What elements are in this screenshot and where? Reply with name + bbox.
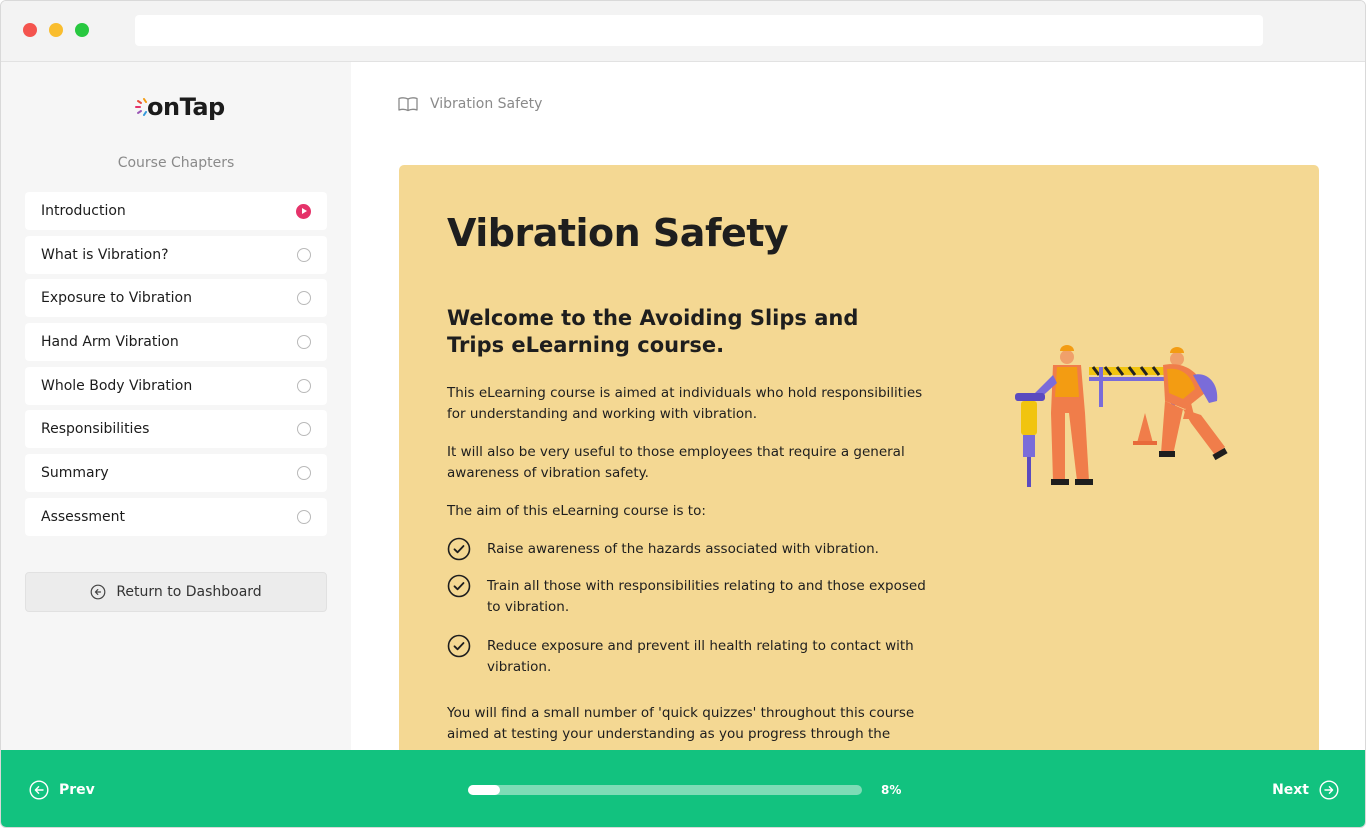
return-to-dashboard-label: Return to Dashboard [116,584,262,600]
check-circle-icon [447,574,471,598]
logo-text: onTap [147,93,225,121]
title-bar [1,1,1365,62]
chapter-item-hand-arm-vibration[interactable]: Hand Arm Vibration [25,323,327,362]
aim-text: Train all those with responsibilities re… [487,578,926,615]
chapter-item-exposure-to-vibration[interactable]: Exposure to Vibration [25,279,327,318]
aim-list-item: Raise awareness of the hazards associate… [447,537,927,561]
logo-burst-icon [135,98,147,116]
next-label: Next [1272,782,1309,798]
aim-list-item: Reduce exposure and prevent ill health r… [447,634,927,678]
minimize-window-button[interactable] [49,23,63,37]
arrow-left-circle-icon [90,584,106,600]
aim-text: Raise awareness of the hazards associate… [487,541,879,557]
quiz-info-paragraph: You will find a small number of 'quick q… [447,705,915,742]
incomplete-circle-icon [297,422,311,437]
address-bar[interactable] [135,15,1263,46]
workers-jackhammer-illustration [1015,345,1228,487]
incomplete-circle-icon [297,291,311,306]
chapter-item-what-is-vibration[interactable]: What is Vibration? [25,235,327,274]
chapter-label: Responsibilities [41,421,150,438]
course-progress-percent: 8% [881,783,902,797]
arrow-right-circle-icon [1319,780,1339,800]
chapter-label: Hand Arm Vibration [41,334,179,351]
course-chapters-heading: Course Chapters [117,155,235,171]
sidebar: onTap Course Chapters Introduction What … [1,62,351,750]
lesson-title: Vibration Safety [447,211,789,255]
incomplete-circle-icon [297,466,311,481]
chapter-label: Assessment [41,508,125,525]
return-to-dashboard-button[interactable]: Return to Dashboard [25,572,327,612]
breadcrumb-label: Vibration Safety [430,96,543,112]
chapter-label: What is Vibration? [41,246,169,263]
intro-paragraph-1: This eLearning course is aimed at indivi… [447,385,923,422]
close-window-button[interactable] [23,23,37,37]
chapter-item-summary[interactable]: Summary [25,454,327,493]
aims-intro-paragraph: The aim of this eLearning course is to: [447,503,706,519]
prev-label: Prev [59,782,95,798]
chapter-item-responsibilities[interactable]: Responsibilities [25,410,327,449]
aim-text: Reduce exposure and prevent ill health r… [487,638,914,675]
chapter-item-whole-body-vibration[interactable]: Whole Body Vibration [25,366,327,405]
check-circle-icon [447,537,471,561]
chapter-label: Summary [41,465,109,482]
chapter-label: Introduction [41,203,126,219]
incomplete-circle-icon [297,378,311,393]
next-button[interactable]: Next [1272,780,1339,800]
chapter-label: Exposure to Vibration [41,290,192,307]
intro-paragraph-2: It will also be very useful to those emp… [447,444,905,481]
lesson-card: Vibration Safety Welcome to the Avoiding… [399,165,1319,765]
aim-list-item: Train all those with responsibilities re… [447,574,927,618]
chapter-item-introduction[interactable]: Introduction [25,192,327,230]
lesson-subtitle: Welcome to the Avoiding Slips and Trips … [447,306,859,357]
main-content: Vibration Safety Vibration Safety Welcom… [351,62,1365,765]
incomplete-circle-icon [297,509,311,524]
prev-button[interactable]: Prev [29,780,95,800]
chapter-label: Whole Body Vibration [41,377,193,394]
course-progress-bar [468,785,862,795]
chapter-list: Introduction What is Vibration? Exposure… [25,192,327,542]
maximize-window-button[interactable] [75,23,89,37]
current-chapter-play-icon [296,203,311,219]
check-circle-icon [447,634,471,658]
incomplete-circle-icon [297,335,311,350]
course-navigation-footer: Prev 8% Next [1,750,1365,827]
breadcrumb: Vibration Safety [398,96,542,112]
browser-window: onTap Course Chapters Introduction What … [0,0,1366,828]
incomplete-circle-icon [297,247,311,262]
book-icon [398,97,418,112]
ontap-logo[interactable]: onTap [135,90,225,124]
course-progress-fill [468,785,500,795]
arrow-left-circle-icon [29,780,49,800]
chapter-item-assessment[interactable]: Assessment [25,497,327,536]
